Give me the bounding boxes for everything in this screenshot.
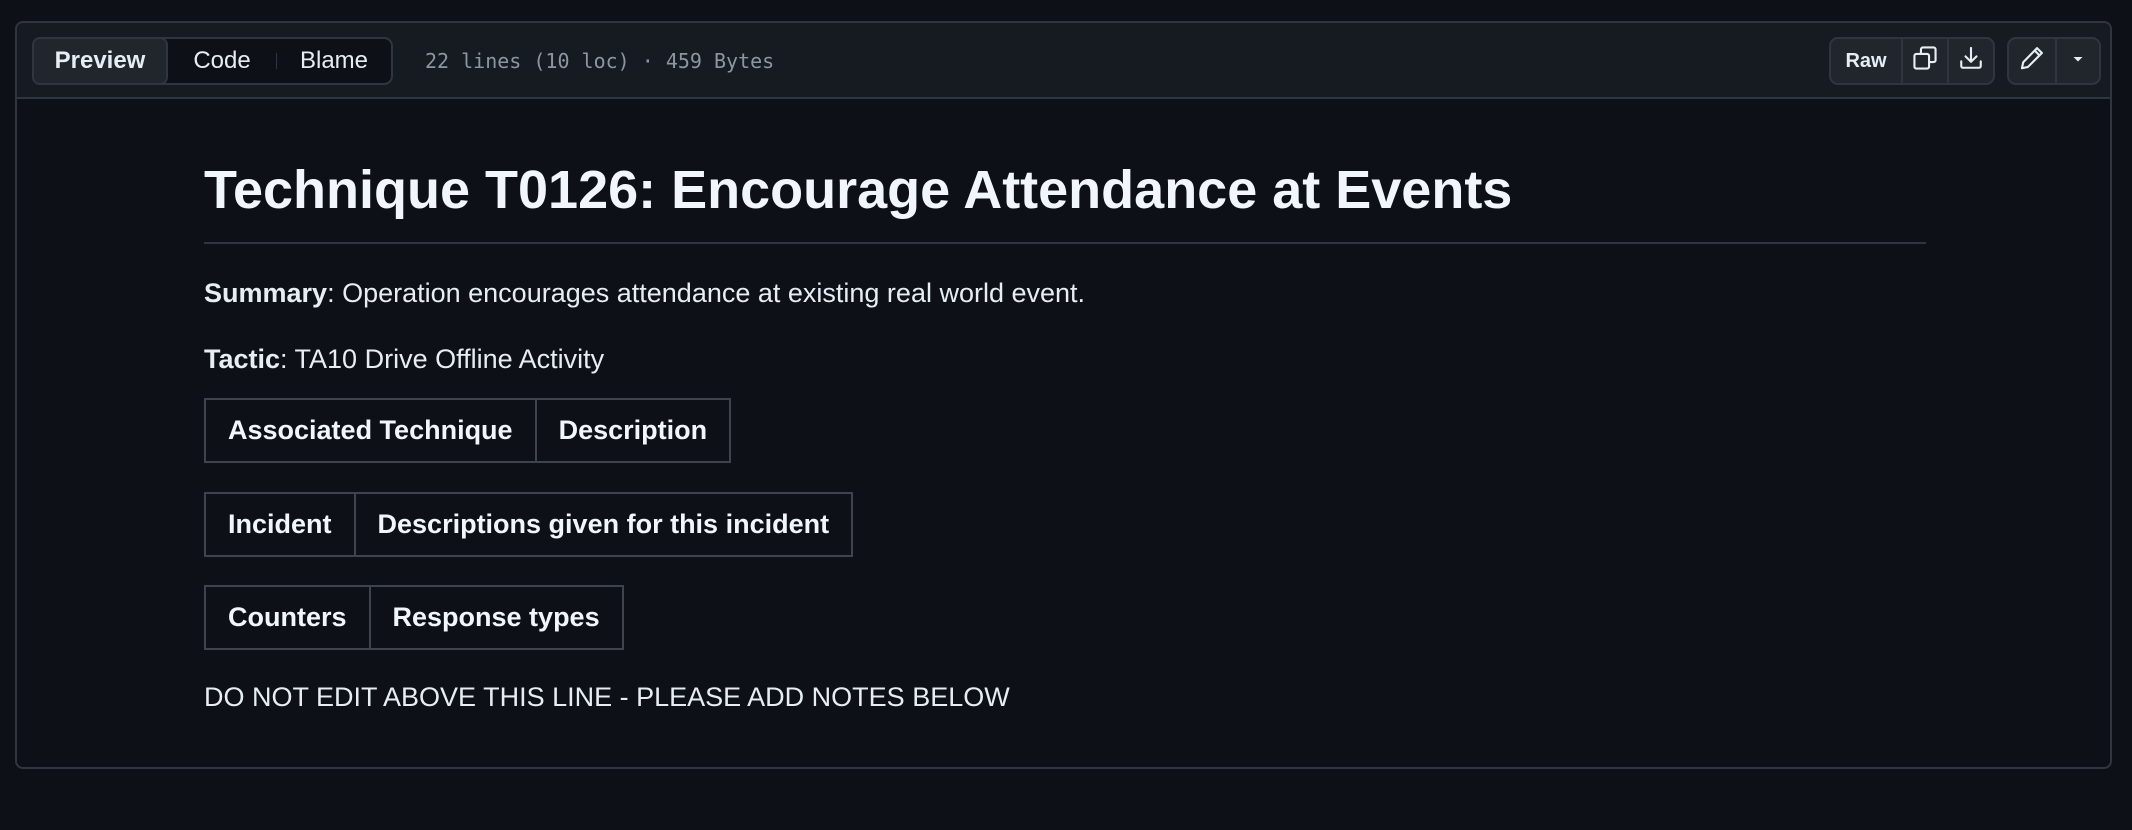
tab-code[interactable]: Code bbox=[168, 39, 276, 83]
summary-text: : Operation encourages attendance at exi… bbox=[327, 278, 1086, 308]
pencil-icon bbox=[2019, 45, 2045, 77]
tab-preview[interactable]: Preview bbox=[32, 37, 168, 85]
edit-button[interactable] bbox=[2009, 39, 2055, 83]
associated-technique-table: Associated Technique Description bbox=[204, 398, 732, 463]
view-mode-switcher: Preview Code Blame bbox=[32, 37, 393, 85]
table-header-row: Associated Technique Description bbox=[204, 398, 732, 463]
file-viewer: Preview Code Blame 22 lines (10 loc) · 4… bbox=[15, 21, 2112, 769]
table-header-cell: Counters bbox=[204, 585, 371, 650]
more-edit-options-button[interactable] bbox=[2055, 39, 2099, 83]
page-title: Technique T0126: Encourage Attendance at… bbox=[204, 158, 1926, 244]
table-header-row: Counters Response types bbox=[204, 585, 624, 650]
table-header-row: Incident Descriptions given for this inc… bbox=[204, 492, 854, 557]
raw-button[interactable]: Raw bbox=[1831, 39, 1901, 83]
download-icon bbox=[1958, 45, 1984, 77]
table-header-cell: Associated Technique bbox=[204, 398, 537, 463]
copy-icon bbox=[1912, 45, 1938, 77]
table-header-cell: Response types bbox=[368, 585, 624, 650]
table-header-cell: Descriptions given for this incident bbox=[353, 492, 854, 557]
edit-actions-group bbox=[2007, 37, 2101, 85]
tab-blame[interactable]: Blame bbox=[277, 39, 391, 83]
incident-table: Incident Descriptions given for this inc… bbox=[204, 492, 854, 557]
file-header: Preview Code Blame 22 lines (10 loc) · 4… bbox=[17, 23, 2110, 99]
file-info: 22 lines (10 loc) · 459 Bytes bbox=[425, 49, 775, 73]
tactic-label: Tactic bbox=[204, 344, 281, 374]
edit-notice: DO NOT EDIT ABOVE THIS LINE - PLEASE ADD… bbox=[204, 682, 1010, 712]
tactic-paragraph: Tactic: TA10 Drive Offline Activity bbox=[204, 340, 1926, 378]
table-header-cell: Incident bbox=[204, 492, 356, 557]
summary-label: Summary bbox=[204, 278, 328, 308]
copy-button[interactable] bbox=[1901, 39, 1947, 83]
file-actions-group: Raw bbox=[1829, 37, 1995, 85]
summary-paragraph: Summary: Operation encourages attendance… bbox=[204, 274, 1926, 312]
table-header-cell: Description bbox=[534, 398, 732, 463]
markdown-body: Technique T0126: Encourage Attendance at… bbox=[204, 99, 1926, 716]
tactic-text: : TA10 Drive Offline Activity bbox=[280, 344, 605, 374]
download-button[interactable] bbox=[1947, 39, 1993, 83]
triangle-down-icon bbox=[2070, 50, 2086, 73]
counters-table: Counters Response types bbox=[204, 585, 624, 650]
